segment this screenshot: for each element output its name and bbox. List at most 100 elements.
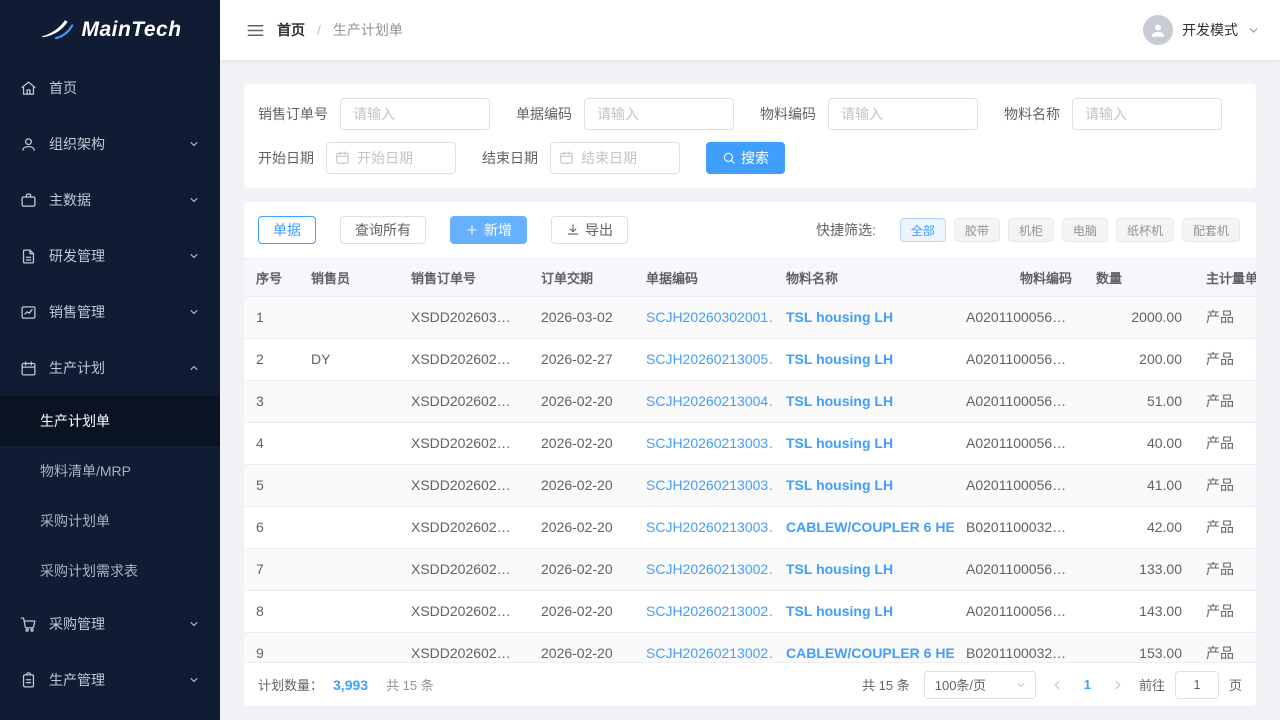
cell-material-code: A0201100056…	[954, 380, 1084, 422]
next-page-button[interactable]	[1107, 676, 1129, 694]
chart-icon	[20, 304, 37, 321]
doc-code-link[interactable]: SCJH20260213005…	[646, 351, 774, 367]
table-row[interactable]: 3 XSDD202602… 2026-02-20 SCJH20260213004…	[244, 380, 1256, 422]
table-header-row: 序号 销售员 销售订单号 订单交期 单据编码 物料	[244, 259, 1256, 296]
logo-text: MainTech	[81, 18, 181, 42]
doc-code-link[interactable]: SCJH20260302001…	[646, 309, 774, 325]
cell-unit: 产品	[1194, 632, 1256, 662]
sidebar-item-sales-management[interactable]: 销售管理	[0, 284, 220, 340]
sidebar-item-organization[interactable]: 组织架构	[0, 116, 220, 172]
material-name-link[interactable]: CABLEW/COUPLER 6 HE	[786, 645, 954, 661]
sidebar-item-home[interactable]: 首页	[0, 60, 220, 116]
table-row[interactable]: 5 XSDD202602… 2026-02-20 SCJH20260213003…	[244, 464, 1256, 506]
add-button-label: 新增	[484, 220, 512, 240]
doc-code-link[interactable]: SCJH20260213003…	[646, 519, 774, 535]
cell-doc-code: SCJH20260213002…	[634, 632, 774, 662]
sidebar-subitem-production-plan-order[interactable]: 生产计划单	[0, 396, 220, 446]
user-menu[interactable]: 开发模式	[1143, 15, 1260, 45]
cell-qty: 133.00	[1084, 548, 1194, 590]
filter-row-1: 销售订单号 单据编码 物料编码 物料名称	[258, 98, 1242, 130]
sidebar-subitem-bom-mrp[interactable]: 物料清单/MRP	[0, 446, 220, 496]
breadcrumb-home[interactable]: 首页	[277, 20, 305, 40]
cell-material-name: TSL housing LH	[774, 464, 954, 506]
material-code-input[interactable]	[828, 98, 978, 130]
material-name-link[interactable]: CABLEW/COUPLER 6 HE	[786, 519, 954, 535]
material-name-link[interactable]: TSL housing LH	[786, 435, 893, 451]
sidebar-item-production-management[interactable]: 生产管理	[0, 652, 220, 708]
cell-material-name: CABLEW/COUPLER 6 HE	[774, 506, 954, 548]
chevron-left-icon	[1050, 678, 1064, 692]
column-header: 销售员	[299, 259, 399, 296]
quick-filter-label: 快捷筛选:	[816, 220, 876, 240]
table-row[interactable]: 2 DY XSDD202602… 2026-02-27 SCJH20260213…	[244, 338, 1256, 380]
doc-code-link[interactable]: SCJH20260213003…	[646, 477, 774, 493]
filter-label: 结束日期	[482, 148, 538, 168]
logo-swoosh-icon	[38, 19, 74, 41]
cell-unit: 产品	[1194, 506, 1256, 548]
sidebar-subitem-purchase-plan-demand[interactable]: 采购计划需求表	[0, 546, 220, 596]
cell-sales-order: XSDD202602…	[399, 632, 529, 662]
sidebar-item-master-data[interactable]: 主数据	[0, 172, 220, 228]
sidebar-collapse-icon[interactable]	[246, 21, 265, 40]
doc-code-link[interactable]: SCJH20260213002…	[646, 603, 774, 619]
cell-salesperson	[299, 296, 399, 338]
prev-page-button[interactable]	[1046, 676, 1068, 694]
cell-sales-order: XSDD202602…	[399, 506, 529, 548]
table-row[interactable]: 7 XSDD202602… 2026-02-20 SCJH20260213002…	[244, 548, 1256, 590]
sidebar-item-procurement[interactable]: 采购管理	[0, 596, 220, 652]
quick-filter-chip[interactable]: 全部	[900, 218, 946, 242]
doc-code-link[interactable]: SCJH20260213004…	[646, 393, 774, 409]
table-row[interactable]: 8 XSDD202602… 2026-02-20 SCJH20260213002…	[244, 590, 1256, 632]
cell-delivery-date: 2026-02-20	[529, 632, 634, 662]
doc-code-link[interactable]: SCJH20260213002…	[646, 561, 774, 577]
material-name-link[interactable]: TSL housing LH	[786, 477, 893, 493]
filter-label: 单据编码	[516, 104, 572, 124]
material-name-link[interactable]: TSL housing LH	[786, 351, 893, 367]
doc-code-input[interactable]	[584, 98, 734, 130]
calendar-icon	[559, 150, 574, 165]
doc-code-link[interactable]: SCJH20260213002…	[646, 645, 774, 661]
page-number-button[interactable]: 1	[1078, 677, 1097, 692]
breadcrumb-separator: /	[317, 22, 321, 38]
sales-order-input[interactable]	[340, 98, 490, 130]
sidebar-item-rd-management[interactable]: 研发管理	[0, 228, 220, 284]
filter-material-code: 物料编码	[760, 98, 978, 130]
cell-sales-order: XSDD202603…	[399, 296, 529, 338]
goto-page-input[interactable]	[1175, 671, 1219, 699]
plan-count: 共 15 条	[386, 675, 434, 694]
filter-sales-order: 销售订单号	[258, 98, 490, 130]
table-scroll-area[interactable]: 序号 销售员 销售订单号 订单交期 单据编码 物料	[244, 258, 1256, 662]
chevron-up-icon	[188, 362, 200, 374]
quick-filter-chip[interactable]: 配套机	[1182, 218, 1240, 242]
search-button[interactable]: 搜索	[706, 142, 785, 174]
quick-filter-chip[interactable]: 电脑	[1062, 218, 1108, 242]
breadcrumb-current: 生产计划单	[333, 20, 403, 40]
export-button[interactable]: 导出	[551, 216, 628, 244]
add-button[interactable]: 新增	[450, 216, 527, 244]
material-name-link[interactable]: TSL housing LH	[786, 603, 893, 619]
chevron-down-icon	[188, 306, 200, 318]
sidebar-subitem-purchase-plan-order[interactable]: 采购计划单	[0, 496, 220, 546]
material-name-link[interactable]: TSL housing LH	[786, 309, 893, 325]
material-name-input[interactable]	[1072, 98, 1222, 130]
doc-code-link[interactable]: SCJH20260213003…	[646, 435, 774, 451]
cell-sales-order: XSDD202602…	[399, 338, 529, 380]
quick-filter-chip[interactable]: 胶带	[954, 218, 1000, 242]
table-row[interactable]: 1 XSDD202603… 2026-03-02 SCJH20260302001…	[244, 296, 1256, 338]
table-row[interactable]: 6 XSDD202602… 2026-02-20 SCJH20260213003…	[244, 506, 1256, 548]
cell-material-name: CABLEW/COUPLER 6 HE	[774, 632, 954, 662]
cell-salesperson	[299, 548, 399, 590]
sidebar-item-production-plan[interactable]: 生产计划	[0, 340, 220, 396]
table-row[interactable]: 4 XSDD202602… 2026-02-20 SCJH20260213003…	[244, 422, 1256, 464]
quick-filter-chip[interactable]: 机柜	[1008, 218, 1054, 242]
table-row[interactable]: 9 XSDD202602… 2026-02-20 SCJH20260213002…	[244, 632, 1256, 662]
material-name-link[interactable]: TSL housing LH	[786, 561, 893, 577]
doc-button[interactable]: 单据	[258, 216, 316, 244]
page-size-select[interactable]: 100条/页	[924, 671, 1036, 699]
cell-no: 5	[244, 464, 299, 506]
cell-doc-code: SCJH20260213003…	[634, 506, 774, 548]
filter-start-date: 开始日期	[258, 142, 456, 174]
quick-filter-chip[interactable]: 纸杯机	[1116, 218, 1174, 242]
query-all-button[interactable]: 查询所有	[340, 216, 426, 244]
material-name-link[interactable]: TSL housing LH	[786, 393, 893, 409]
